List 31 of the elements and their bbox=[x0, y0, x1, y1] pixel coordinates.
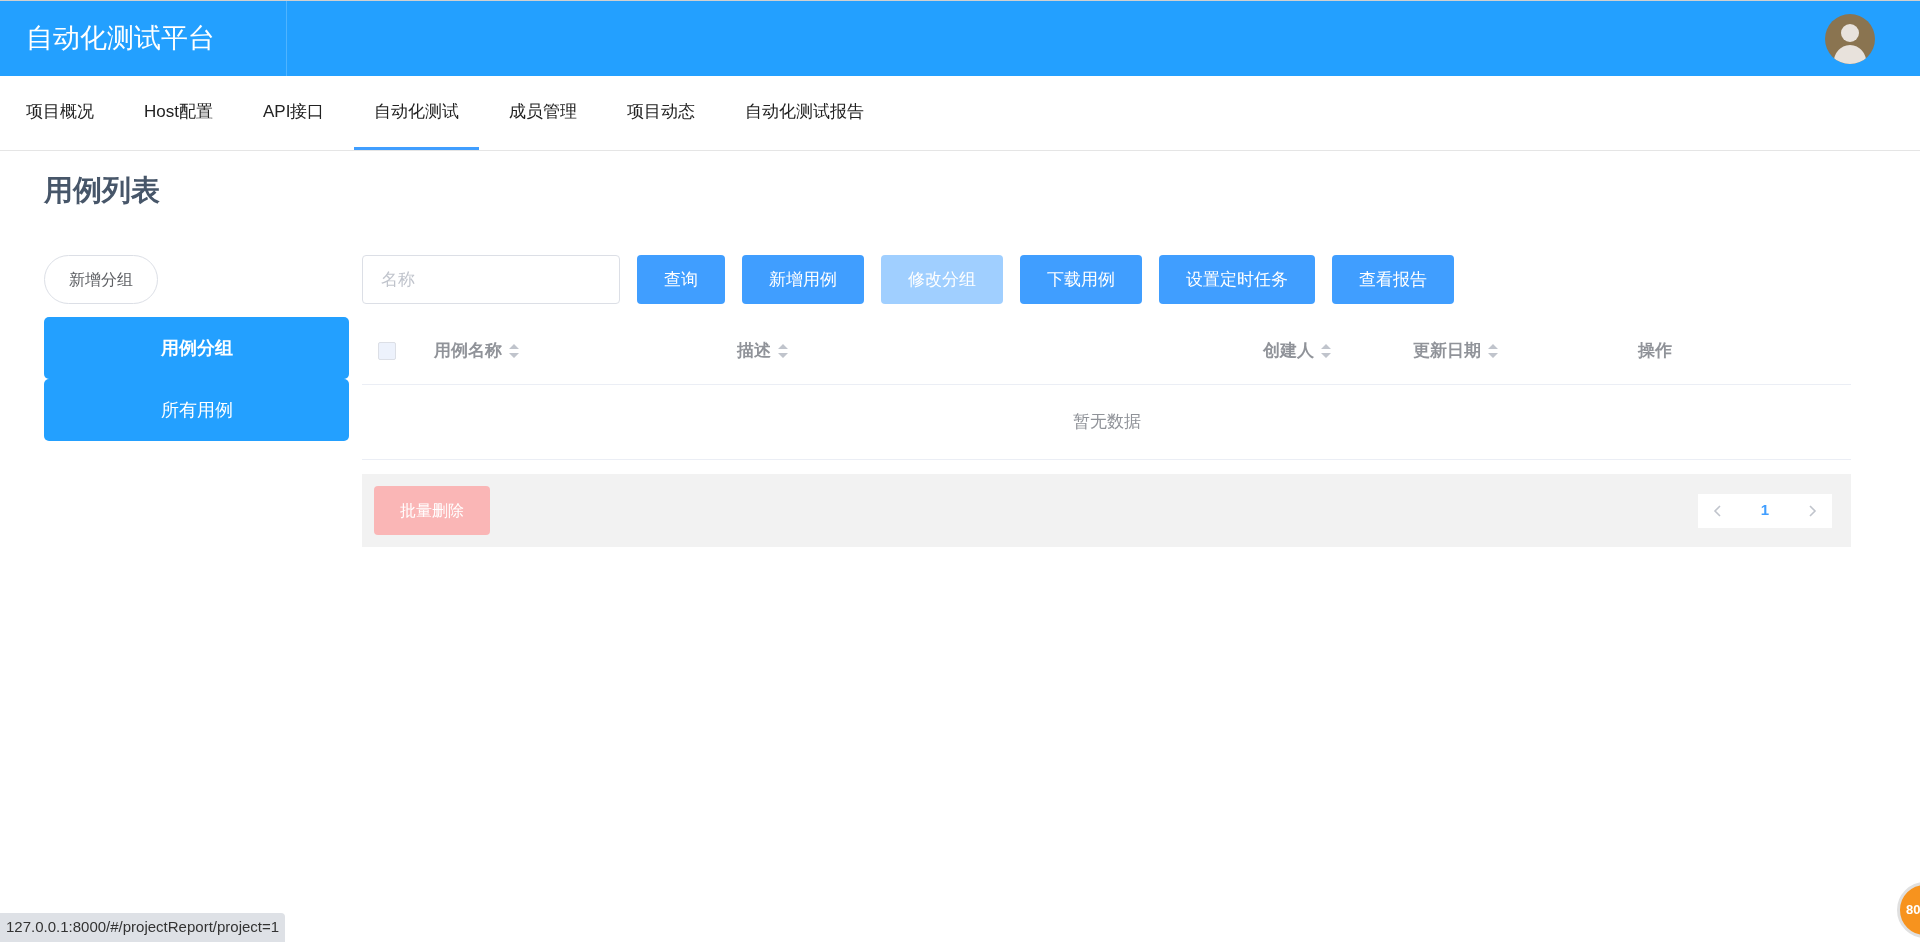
sidebar-item[interactable]: 所有用例 bbox=[44, 379, 349, 441]
app-title: 自动化测试平台 bbox=[26, 22, 215, 56]
column-header: 用例名称 bbox=[434, 339, 502, 362]
nav-tab[interactable]: 项目动态 bbox=[607, 76, 716, 150]
floating-badge[interactable]: 80 bbox=[1897, 882, 1920, 938]
column-header: 更新日期 bbox=[1413, 339, 1481, 362]
sort-icon[interactable] bbox=[777, 342, 789, 359]
status-url: 127.0.0.1:8000/#/projectReport/project=1 bbox=[0, 913, 286, 942]
nav-tab[interactable]: Host配置 bbox=[124, 76, 233, 150]
sort-icon[interactable] bbox=[508, 342, 520, 359]
column-header: 创建人 bbox=[1263, 339, 1314, 362]
column-header: 操作 bbox=[1638, 339, 1672, 362]
nav-tab[interactable]: 自动化测试报告 bbox=[725, 76, 885, 150]
empty-text: 暂无数据 bbox=[1072, 411, 1141, 434]
nav-tab[interactable]: 成员管理 bbox=[489, 76, 598, 150]
sort-icon[interactable] bbox=[1487, 342, 1499, 359]
toolbar-button[interactable]: 新增用例 bbox=[742, 255, 864, 304]
column-header: 描述 bbox=[737, 339, 771, 362]
toolbar-button[interactable]: 设置定时任务 bbox=[1159, 255, 1315, 304]
nav-tab[interactable]: 自动化测试 bbox=[354, 76, 480, 150]
toolbar-button[interactable]: 下载用例 bbox=[1020, 255, 1142, 304]
toolbar-button[interactable]: 查询 bbox=[637, 255, 725, 304]
nav-tab[interactable]: API接口 bbox=[242, 76, 345, 150]
select-all-checkbox[interactable] bbox=[378, 341, 396, 360]
search-field[interactable]: 名称 bbox=[362, 255, 620, 304]
sidebar-item[interactable]: 用例分组 bbox=[44, 317, 349, 379]
page-title: 用例列表 bbox=[44, 173, 161, 208]
sort-icon[interactable] bbox=[1320, 342, 1332, 359]
avatar[interactable] bbox=[1825, 13, 1875, 64]
nav-tab[interactable]: 项目概况 bbox=[6, 76, 114, 150]
toolbar-button[interactable]: 查看报告 bbox=[1332, 255, 1454, 304]
